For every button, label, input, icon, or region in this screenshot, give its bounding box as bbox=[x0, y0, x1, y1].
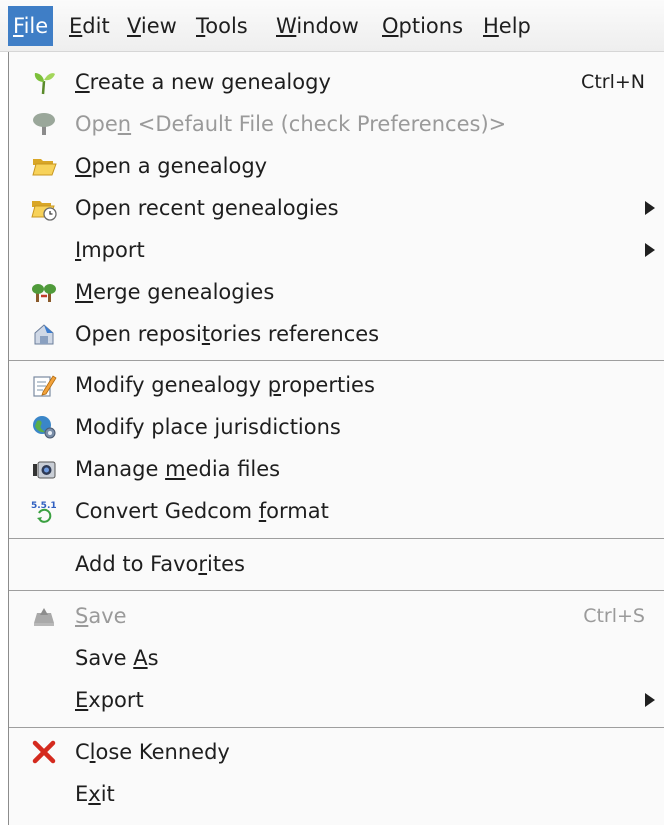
menu-item-close-file[interactable]: Close Kennedy bbox=[9, 732, 664, 772]
save-icon bbox=[34, 608, 54, 626]
repository-icon bbox=[34, 324, 54, 345]
close-x-icon bbox=[32, 740, 56, 764]
menu-item-open-repositories[interactable]: Open repositories references bbox=[9, 314, 664, 354]
menu-separator bbox=[9, 538, 664, 539]
edit-properties-icon bbox=[33, 375, 57, 397]
menu-item-create-new-genealogy[interactable]: Create a new genealogy Ctrl+N bbox=[9, 62, 664, 102]
menu-bar: File Edit View Tools Window Options Help bbox=[0, 0, 664, 52]
file-menu-dropdown: Create a new genealogy Ctrl+N Open <Defa… bbox=[8, 52, 664, 825]
submenu-arrow-icon bbox=[645, 201, 655, 215]
menu-item-import[interactable]: Import bbox=[9, 230, 664, 270]
menu-separator bbox=[9, 727, 664, 728]
menu-item-save-as[interactable]: Save As bbox=[9, 638, 664, 678]
menu-item-merge-genealogies[interactable]: Merge genealogies bbox=[9, 272, 664, 312]
merge-trees-icon bbox=[32, 284, 56, 302]
menu-item-open-recent[interactable]: Open recent genealogies bbox=[9, 188, 664, 228]
menu-item-exit[interactable]: Exit bbox=[9, 774, 664, 814]
menu-edit[interactable]: Edit bbox=[64, 6, 115, 46]
submenu-arrow-icon bbox=[645, 693, 655, 707]
gedcom-convert-icon: 5.5.1 bbox=[31, 501, 57, 523]
sprout-icon bbox=[34, 73, 55, 95]
menu-item-save[interactable]: Save Ctrl+S bbox=[9, 596, 664, 636]
menu-tools[interactable]: Tools bbox=[191, 6, 253, 46]
folder-recent-icon bbox=[31, 201, 57, 221]
menu-window[interactable]: Window bbox=[271, 6, 364, 46]
menu-file[interactable]: File bbox=[8, 6, 54, 46]
menu-item-add-to-favorites[interactable]: Add to Favorites bbox=[9, 544, 664, 584]
menu-item-export[interactable]: Export bbox=[9, 680, 664, 720]
menu-separator bbox=[9, 590, 664, 591]
camera-icon bbox=[33, 461, 56, 479]
menu-item-manage-media[interactable]: Manage media files bbox=[9, 449, 664, 489]
folder-open-icon bbox=[32, 159, 57, 176]
menu-item-open-genealogy[interactable]: Open a genealogy bbox=[9, 146, 664, 186]
shortcut-label: Ctrl+N bbox=[581, 71, 645, 93]
shortcut-label: Ctrl+S bbox=[583, 605, 645, 627]
menu-view[interactable]: View bbox=[122, 6, 182, 46]
menu-help[interactable]: Help bbox=[478, 6, 536, 46]
menu-item-modify-properties[interactable]: Modify genealogy properties bbox=[9, 365, 664, 405]
menu-item-open-default-file[interactable]: Open <Default File (check Preferences)> bbox=[9, 104, 664, 144]
menu-item-convert-gedcom[interactable]: 5.5.1 Convert Gedcom format bbox=[9, 491, 664, 531]
submenu-arrow-icon bbox=[645, 243, 655, 257]
menu-separator bbox=[9, 360, 664, 361]
tree-icon bbox=[33, 113, 55, 135]
menu-item-modify-place-jurisdictions[interactable]: Modify place jurisdictions bbox=[9, 407, 664, 447]
menu-options[interactable]: Options bbox=[377, 6, 468, 46]
globe-gear-icon bbox=[33, 416, 56, 439]
